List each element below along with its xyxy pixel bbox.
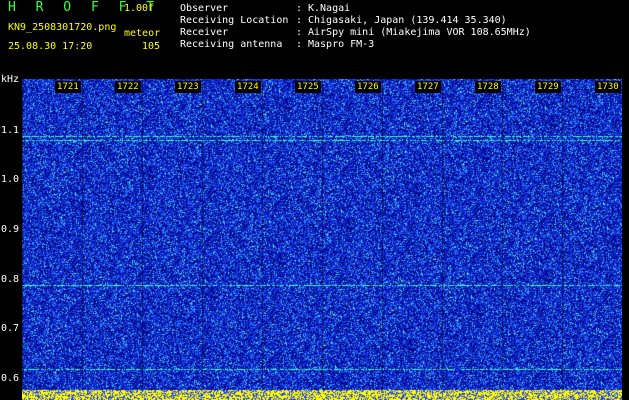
info-key: Receiving Location <box>180 15 289 26</box>
info-value: K.Nagai <box>308 3 351 14</box>
info-key: Receiver <box>180 27 229 38</box>
info-value: Chigasaki, Japan (139.414 35.340) <box>308 15 507 26</box>
waterfall-spectrogram <box>22 79 622 400</box>
y-tick-label: 0.9 <box>1 224 20 235</box>
time-tick-label: 1721 <box>55 81 81 93</box>
y-tick-label: 0.8 <box>1 274 20 285</box>
info-separator: : <box>296 39 303 50</box>
time-tick-label: 1725 <box>295 81 321 93</box>
time-tick-label: 1728 <box>475 81 501 93</box>
version-label: 1.00f <box>124 3 155 14</box>
time-tick-label: 1724 <box>235 81 261 93</box>
y-tick-label: 0.6 <box>1 373 20 384</box>
time-tick-label: 1727 <box>415 81 441 93</box>
info-value: Maspro FM-3 <box>308 39 375 50</box>
filename-label: KN9_2508301720.png <box>8 22 117 33</box>
time-tick-label: 1726 <box>355 81 381 93</box>
datetime-label: 25.08.30 17:20 <box>8 41 93 52</box>
info-separator: : <box>296 27 303 38</box>
info-value: AirSpy mini (Miakejima VOR 108.65MHz) <box>308 27 531 38</box>
info-separator: : <box>296 3 303 14</box>
hrofft-display: H R O F F T 1.00f KN9_2508301720.png met… <box>0 0 629 400</box>
time-tick-label: 1722 <box>115 81 141 93</box>
count-label: 105 <box>142 41 161 52</box>
y-tick-label: 0.7 <box>1 323 20 334</box>
info-separator: : <box>296 15 303 26</box>
detection-label: meteor <box>124 28 161 39</box>
y-tick-label: 1.0 <box>1 174 20 185</box>
info-key: Receiving antenna <box>180 39 283 50</box>
info-key: Observer <box>180 3 229 14</box>
time-tick-label: 1730 <box>595 81 621 93</box>
time-tick-label: 1729 <box>535 81 561 93</box>
time-tick-label: 1723 <box>175 81 201 93</box>
y-tick-label: 1.1 <box>1 125 20 136</box>
y-axis-unit: kHz <box>1 74 20 85</box>
